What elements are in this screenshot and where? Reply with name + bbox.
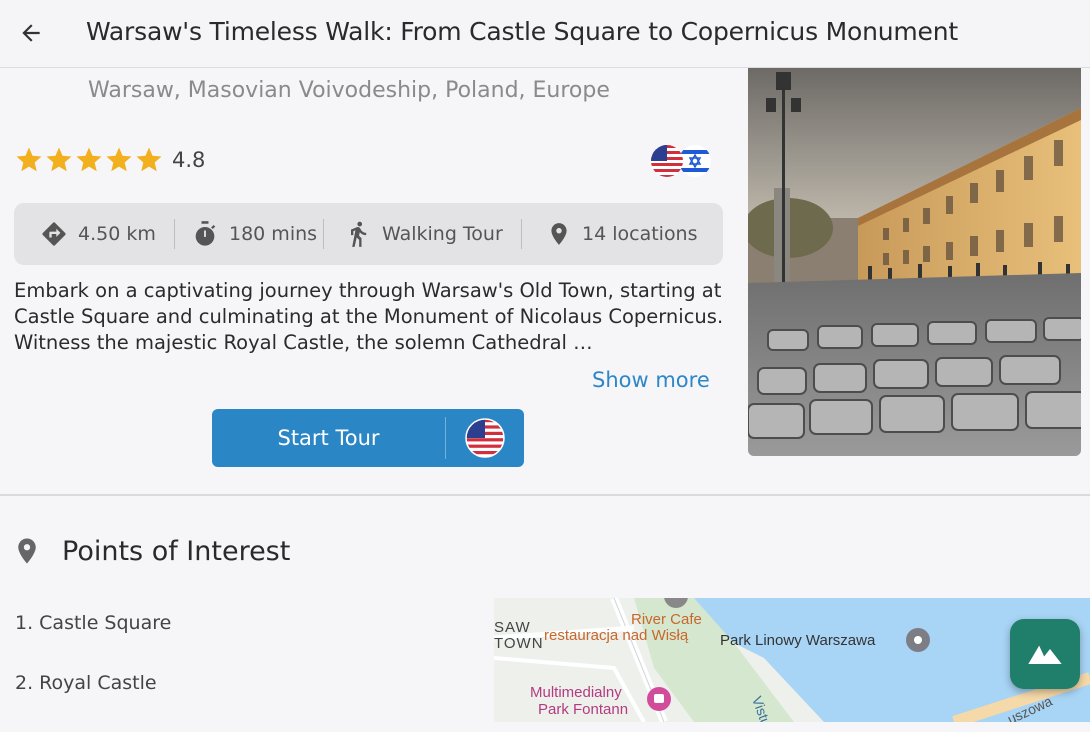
map-label-river-cafe: River Cafe <box>631 611 702 628</box>
map-label-saw: SAW <box>494 619 531 636</box>
locations-value: 14 locations <box>582 223 698 245</box>
duration-value: 180 mins <box>229 223 318 245</box>
map-label-restauracja: restauracja nad Wisłą <box>544 627 689 644</box>
map-label-multimedialny: Multimedialny <box>530 684 622 701</box>
star-icon <box>106 147 132 172</box>
page-title: Warsaw's Timeless Walk: From Castle Squa… <box>86 17 958 46</box>
tour-type-stat: Walking Tour <box>324 203 521 265</box>
show-more-link[interactable]: Show more <box>592 368 710 392</box>
locations-stat: 14 locations <box>522 203 698 265</box>
tour-location: Warsaw, Masovian Voivodeship, Poland, Eu… <box>88 78 610 103</box>
us-flag-icon[interactable] <box>465 418 505 458</box>
poi-list: 1. Castle Square 2. Royal Castle <box>15 612 171 732</box>
back-button[interactable] <box>14 16 48 50</box>
star-icon <box>46 147 72 172</box>
location-pin-icon <box>18 538 36 564</box>
distance-stat: 4.50 km <box>14 203 174 265</box>
tour-cover-image <box>748 68 1081 456</box>
start-tour-label: Start Tour <box>277 426 380 450</box>
star-icon <box>136 147 162 172</box>
poi-title: Points of Interest <box>62 535 291 567</box>
map-label-park-linowy: Park Linowy Warszawa <box>720 632 876 649</box>
timer-icon <box>195 221 216 246</box>
tour-stats-bar: 4.50 km 180 mins Walking Tour 14 locatio… <box>14 203 723 265</box>
poi-header: Points of Interest <box>12 534 290 568</box>
section-divider <box>0 494 1090 496</box>
location-pin-icon <box>551 223 567 245</box>
map-layers-button[interactable] <box>1010 619 1080 689</box>
us-israel-flags-icon <box>651 145 711 177</box>
top-app-bar: Warsaw's Timeless Walk: From Castle Squa… <box>0 0 1090 68</box>
start-tour-button[interactable]: Start Tour <box>212 409 524 467</box>
route-icon <box>42 222 66 246</box>
divider <box>445 417 446 459</box>
map-label-park-fontann: Park Fontann <box>538 701 629 718</box>
walking-icon <box>351 221 367 247</box>
rating-value: 4.8 <box>172 148 206 172</box>
map-label-town: TOWN <box>494 635 544 652</box>
duration-stat: 180 mins <box>175 203 323 265</box>
poi-item[interactable]: 1. Castle Square <box>15 612 171 672</box>
star-icon <box>76 147 102 172</box>
arrow-back-icon <box>22 24 40 42</box>
distance-value: 4.50 km <box>78 223 156 245</box>
terrain-icon <box>1028 645 1062 664</box>
tour-type-value: Walking Tour <box>382 223 503 245</box>
star-icon <box>16 147 42 172</box>
rating: 4.8 <box>14 145 205 175</box>
tour-description: Embark on a captivating journey through … <box>14 279 724 354</box>
route-map[interactable]: River Cafe restauracja nad Wisłą Park Li… <box>494 598 1090 722</box>
poi-item[interactable]: 2. Royal Castle <box>15 672 171 732</box>
